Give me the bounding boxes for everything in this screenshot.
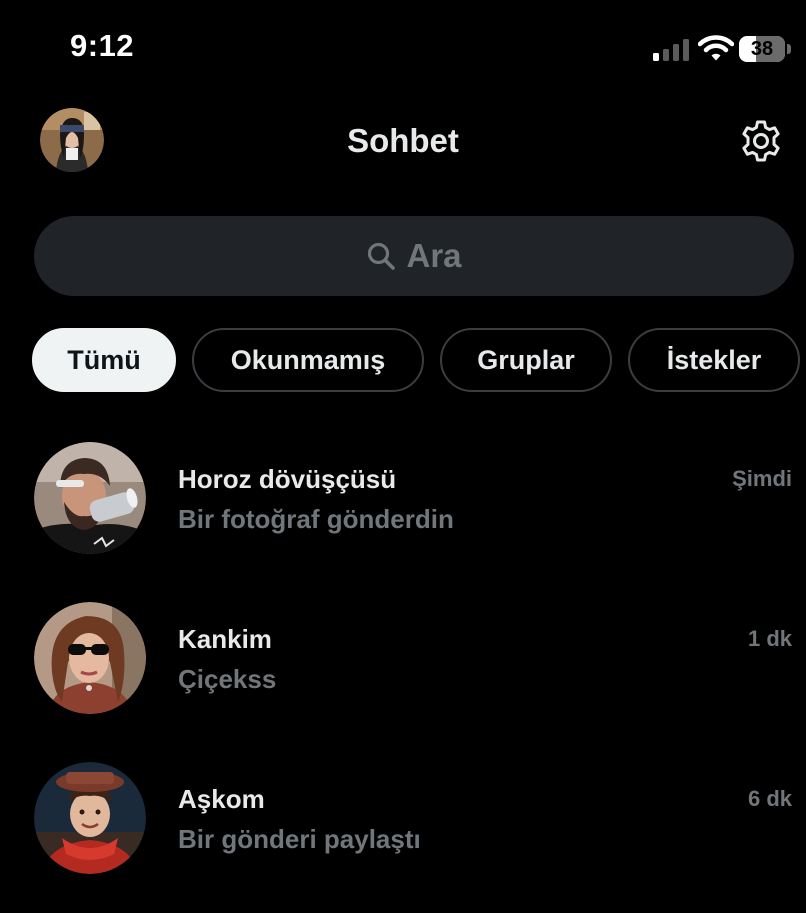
wifi-icon [698,35,734,61]
signal-icon [653,39,689,61]
conversation-time: 6 dk [747,786,792,811]
conversation-time: Şimdi [732,466,792,491]
avatar [34,442,146,554]
conversation-name: Aşkom [178,784,265,814]
filter-chip-groups[interactable]: Gruplar [440,328,612,392]
avatar [34,602,146,714]
status-bar: 9:12 38 [0,0,806,96]
page-title: Sohbet [347,122,459,159]
gear-icon [742,120,780,162]
battery-level: 38 [750,38,774,60]
conversation-item[interactable]: Kankim Çiçekss 1 dk [0,602,806,722]
filter-chip-requests[interactable]: İstekler [628,328,800,392]
conversation-preview: Bir gönderi paylaştı [178,824,421,854]
status-time: 9:12 [70,28,135,63]
avatar [34,762,146,874]
conversation-time: 1 dk [747,626,792,651]
conversation-name: Horoz dövüşçüsü [178,464,397,494]
conversation-preview: Bir fotoğraf gönderdin [178,504,454,534]
search-placeholder: Ara [406,237,462,274]
conversation-name: Kankim [178,624,272,654]
search-bar[interactable]: Ara [34,216,794,296]
filter-tabs: Tümü Okunmamış Gruplar İstekler [32,328,806,394]
conversation-item[interactable]: Aşkom Bir gönderi paylaştı 6 dk [0,762,806,882]
top-bar: Sohbet [0,104,806,176]
search-icon [368,242,396,270]
filter-chip-unread[interactable]: Okunmamış [192,328,424,392]
conversation-preview: Çiçekss [178,664,277,694]
conversation-item[interactable]: Horoz dövüşçüsü Bir fotoğraf gönderdin Ş… [0,442,806,562]
settings-button[interactable] [738,118,784,164]
battery-indicator: 38 [739,36,791,64]
filter-chip-all[interactable]: Tümü [32,328,176,392]
